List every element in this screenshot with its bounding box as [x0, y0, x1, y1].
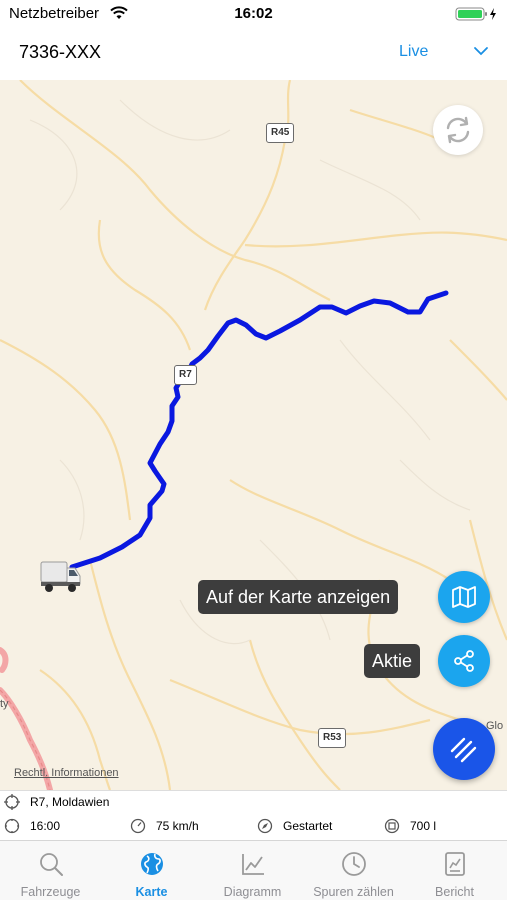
chevron-down-icon[interactable] [472, 42, 490, 60]
route-line [69, 290, 449, 570]
tab-bericht[interactable]: Bericht [404, 841, 505, 900]
crosshair-icon [4, 794, 20, 810]
refresh-icon [446, 116, 470, 144]
tab-spuren-zaehlen[interactable]: Spuren zählen [303, 841, 404, 900]
truck-icon[interactable] [39, 558, 81, 594]
speed-text: 75 km/h [156, 819, 199, 833]
live-mode-button[interactable]: Live [399, 43, 428, 61]
legal-info-link[interactable]: Rechtl. Informationen [14, 767, 119, 779]
fuel-text: 700 l [410, 819, 437, 833]
vehicle-info-panel: R7, Moldawien 16:00 75 km/h Gestartet 70… [0, 790, 507, 840]
tab-label: Spuren zählen [313, 885, 394, 899]
tab-label: Karte [135, 885, 168, 899]
tab-label: Fahrzeuge [20, 885, 81, 899]
engine-text: Gestartet [283, 819, 333, 833]
tab-karte[interactable]: Karte [101, 841, 202, 900]
battery-icon [455, 7, 496, 21]
share-label[interactable]: Aktie [364, 644, 421, 678]
time-text: 16:00 [30, 819, 61, 833]
compass-icon [257, 818, 273, 834]
tab-diagramm[interactable]: Diagramm [202, 841, 303, 900]
location-text: R7, Moldawien [30, 795, 110, 809]
road-label-r53: R53 [318, 728, 347, 748]
vehicle-title: 7336-XXX [19, 42, 102, 62]
map-place-label: ty [0, 698, 9, 710]
share-button[interactable] [438, 635, 490, 687]
show-on-map-button[interactable] [438, 571, 490, 623]
road-label-r7: R7 [174, 365, 197, 385]
fuel-info: 700 l [384, 818, 436, 834]
map-icon [452, 586, 476, 608]
show-on-map-label[interactable]: Auf der Karte anzeigen [198, 580, 399, 614]
map-base [0, 80, 507, 790]
speedometer-icon [130, 818, 146, 834]
info-row-location: R7, Moldawien [0, 794, 507, 816]
speed-info: 75 km/h [130, 818, 199, 834]
clock-icon [342, 852, 366, 876]
road-label-r45: R45 [266, 123, 295, 143]
info-row-details: 16:00 75 km/h Gestartet 700 l [0, 818, 507, 840]
time-icon [4, 818, 20, 834]
status-time: 16:02 [234, 5, 273, 22]
chart-icon [242, 854, 264, 875]
refresh-button[interactable] [433, 105, 483, 155]
map-view[interactable]: R45 R7 R53 ty Glo Rechtl. Informationen … [0, 80, 507, 790]
menu-lines-icon [450, 737, 477, 763]
globe-icon [141, 853, 163, 875]
report-icon [445, 852, 465, 876]
status-bar: Netzbetreiber 16:02 [0, 0, 507, 28]
menu-button[interactable] [433, 718, 495, 780]
search-icon [40, 853, 63, 876]
engine-info: Gestartet [257, 818, 332, 834]
tab-fahrzeuge[interactable]: Fahrzeuge [0, 841, 101, 900]
location-info: R7, Moldawien [4, 794, 109, 810]
tab-label: Diagramm [223, 885, 282, 899]
tab-bar: Fahrzeuge Karte Diagramm Spuren zählen B… [0, 840, 507, 900]
nav-header: 7336-XXX Live [0, 28, 507, 80]
tab-label: Bericht [435, 885, 474, 899]
fuel-icon [384, 818, 400, 834]
share-icon [454, 650, 474, 672]
time-info: 16:00 [4, 818, 60, 834]
